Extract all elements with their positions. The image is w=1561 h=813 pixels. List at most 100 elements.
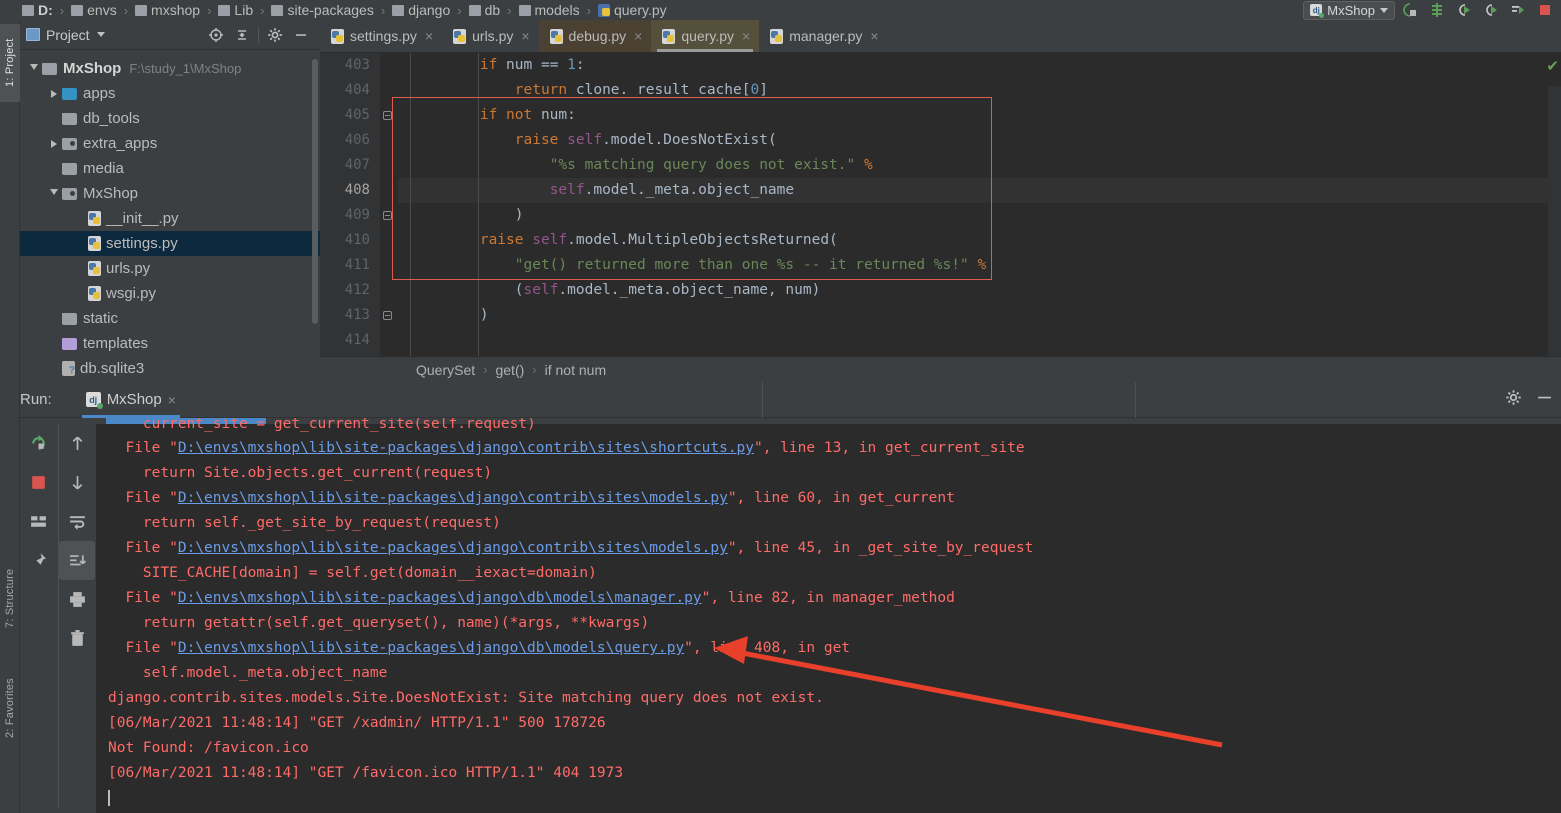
editor-breadcrumb: QuerySet › get() › if not num (320, 356, 1561, 382)
breadcrumb-item-d[interactable]: D: (22, 0, 53, 20)
file-link[interactable]: D:\envs\mxshop\lib\site-packages\django\… (178, 590, 702, 606)
stop-icon[interactable] (20, 463, 57, 502)
file-link[interactable]: D:\envs\mxshop\lib\site-packages\django\… (178, 640, 684, 656)
close-icon[interactable]: × (425, 28, 433, 44)
tree-item-apps[interactable]: apps (20, 81, 320, 106)
code-fold-marker[interactable] (380, 103, 394, 128)
breadcrumb-item-query-py[interactable]: query.py (597, 0, 667, 20)
chevron-down-icon[interactable] (26, 63, 42, 74)
tree-item-extra-apps[interactable]: extra_apps (20, 131, 320, 156)
gear-icon[interactable] (262, 24, 288, 46)
close-icon[interactable]: × (742, 28, 750, 44)
breadcrumb-queryset[interactable]: QuerySet (416, 362, 475, 378)
tree-item-db-sqlite3[interactable]: db.sqlite3 (20, 356, 320, 381)
hide-icon[interactable] (1536, 389, 1553, 411)
breadcrumb-item-envs[interactable]: envs (71, 0, 117, 20)
editor-tab-manager-py[interactable]: manager.py × (759, 20, 887, 52)
scroll-to-end-icon[interactable] (59, 541, 95, 580)
breadcrumb-label: Lib (234, 2, 254, 18)
breadcrumb-item-lib[interactable]: Lib (218, 0, 253, 20)
console-text: SITE_CACHE[domain] = self.get(domain__ie… (108, 565, 597, 581)
step-icon[interactable] (1506, 0, 1530, 20)
gear-icon[interactable] (1505, 389, 1522, 411)
breadcrumb-item-site-packages[interactable]: site-packages (271, 0, 374, 20)
left-tool-window-bar: 1: Project 7: Structure 2: Favorites (0, 20, 20, 813)
tree-item-init-py[interactable]: __init__.py (20, 206, 320, 231)
project-scrollbar[interactable] (312, 59, 318, 324)
file-link[interactable]: D:\envs\mxshop\lib\site-packages\django\… (178, 540, 728, 556)
chevron-right-icon[interactable] (46, 89, 62, 98)
code-editor[interactable]: 403 404 405 406 407 408 409 410 411 412 … (320, 53, 1561, 356)
file-link[interactable]: D:\envs\mxshop\lib\site-packages\django\… (178, 490, 728, 506)
file-link[interactable]: D:\envs\mxshop\lib\site-packages\django\… (178, 440, 754, 456)
breadcrumb-item-django[interactable]: django (392, 0, 450, 20)
tree-item-path: F:\study_1\MxShop (129, 61, 242, 76)
hide-icon[interactable] (288, 24, 314, 46)
editor-tab-settings-py[interactable]: settings.py × (320, 20, 442, 52)
editor-tab-urls-py[interactable]: urls.py × (442, 20, 538, 52)
project-tree[interactable]: MxShop F:\study_1\MxShop apps db_tools e… (20, 51, 320, 382)
tree-item-label: __init__.py (106, 210, 179, 227)
tree-item-db-tools[interactable]: db_tools (20, 106, 320, 131)
tree-item-mxshop-package[interactable]: MxShop (20, 181, 320, 206)
tree-item-wsgi-py[interactable]: wsgi.py (20, 281, 320, 306)
collapse-all-icon[interactable] (229, 24, 255, 46)
rerun-icon[interactable] (1479, 0, 1503, 20)
console-text: ", line 408, in get (684, 640, 851, 656)
breadcrumb-item-models[interactable]: models (518, 0, 580, 20)
run-configuration-selector[interactable]: dj MxShop (1303, 0, 1395, 20)
profile-icon[interactable] (1425, 0, 1449, 20)
breadcrumb-item-mxshop[interactable]: mxshop (135, 0, 200, 20)
run-with-coverage-icon[interactable] (1398, 0, 1422, 20)
run-tab-mxshop[interactable]: dj MxShop × (81, 382, 181, 418)
chevron-right-icon[interactable] (46, 139, 62, 148)
line-number: 404 (344, 82, 370, 98)
code-text[interactable]: if num == 1: return clone._result_cache[… (398, 53, 1561, 356)
run-console-output[interactable]: current_site = get_current_site(self.req… (96, 418, 1561, 813)
scroll-up-icon[interactable] (59, 424, 95, 463)
console-line: return Site.objects.get_current(request) (96, 461, 1561, 486)
tool-window-project[interactable]: 1: Project (0, 24, 20, 102)
tree-item-static[interactable]: static (20, 306, 320, 331)
folder-icon (22, 4, 34, 16)
console-text: ", line 45, in _get_site_by_request (727, 540, 1034, 556)
scroll-down-icon[interactable] (59, 463, 95, 502)
close-icon[interactable]: × (634, 28, 642, 44)
close-icon[interactable]: × (521, 28, 529, 44)
close-icon[interactable]: × (870, 28, 878, 44)
breadcrumb-item-db[interactable]: db (468, 0, 500, 20)
tree-item-templates[interactable]: templates (20, 331, 320, 356)
code-line: raise self.model.DoesNotExist( (514, 132, 777, 148)
debug-icon[interactable] (1452, 0, 1476, 20)
project-panel-title: Project (46, 26, 90, 43)
code-fold-marker[interactable] (380, 303, 394, 328)
stop-icon[interactable] (1533, 0, 1557, 20)
soft-wrap-icon[interactable] (59, 502, 95, 541)
tree-item-urls-py[interactable]: urls.py (20, 256, 320, 281)
pin-icon[interactable] (20, 541, 57, 580)
editor-inspection-gutter[interactable] (1548, 86, 1561, 356)
tree-item-label: MxShop (63, 60, 122, 77)
layout-icon[interactable] (20, 502, 57, 541)
chevron-down-icon[interactable] (46, 188, 62, 199)
clear-all-icon[interactable] (59, 619, 95, 658)
editor-tab-query-py[interactable]: query.py × (651, 20, 760, 52)
editor-tab-debug-py[interactable]: debug.py × (538, 20, 652, 52)
tool-window-structure[interactable]: 7: Structure (0, 550, 20, 646)
rerun-icon[interactable] (20, 424, 57, 463)
chevron-down-icon[interactable] (96, 32, 105, 37)
tree-item-settings-py[interactable]: settings.py (20, 231, 320, 256)
print-icon[interactable] (59, 580, 95, 619)
line-number: 413 (344, 307, 370, 323)
line-number: 406 (344, 132, 370, 148)
tree-item-media[interactable]: media (20, 156, 320, 181)
breadcrumb-get[interactable]: get() (495, 362, 524, 378)
tree-item-mxshop-root[interactable]: MxShop F:\study_1\MxShop (20, 56, 320, 81)
breadcrumb-label: models (534, 2, 580, 18)
tool-window-favorites[interactable]: 2: Favorites (0, 660, 20, 756)
locate-icon[interactable] (203, 24, 229, 46)
python-file-icon (549, 28, 563, 44)
close-icon[interactable]: × (168, 392, 176, 408)
code-fold-marker[interactable] (380, 203, 394, 228)
breadcrumb-if-not-num[interactable]: if not num (545, 362, 606, 378)
